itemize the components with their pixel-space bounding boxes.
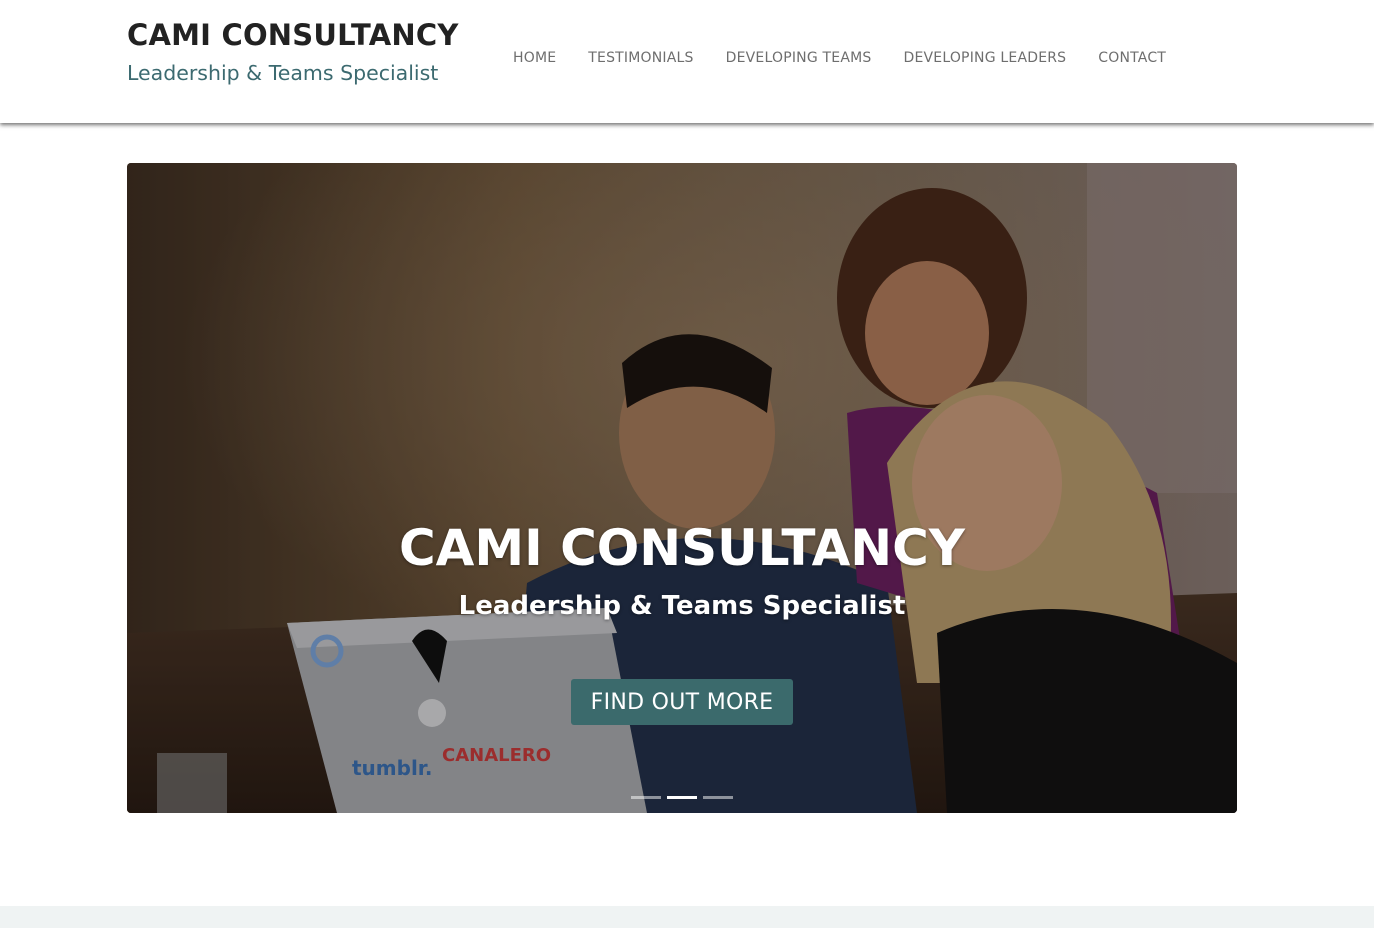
carousel-indicator-2[interactable] — [667, 796, 697, 799]
carousel-indicator-3[interactable] — [703, 796, 733, 799]
nav-testimonials[interactable]: TESTIMONIALS — [588, 50, 693, 66]
nav-home[interactable]: HOME — [513, 50, 556, 66]
nav-developing-teams[interactable]: DEVELOPING TEAMS — [726, 50, 872, 66]
hero-subtitle: Leadership & Teams Specialist — [458, 591, 906, 621]
find-out-more-button[interactable]: FIND OUT MORE — [571, 679, 793, 725]
hero-carousel: tumblr. CANALERO CAMI CONSULTANCY Leader… — [127, 163, 1237, 813]
next-section-band — [0, 906, 1374, 928]
brand[interactable]: CAMI CONSULTANCY Leadership & Teams Spec… — [127, 18, 459, 85]
site-header: CAMI CONSULTANCY Leadership & Teams Spec… — [0, 0, 1374, 123]
carousel-indicator-1[interactable] — [631, 796, 661, 799]
nav-developing-leaders[interactable]: DEVELOPING LEADERS — [903, 50, 1066, 66]
brand-title[interactable]: CAMI CONSULTANCY — [127, 18, 459, 52]
carousel-indicators — [631, 796, 733, 799]
hero-title: CAMI CONSULTANCY — [398, 519, 966, 577]
main-nav: HOME TESTIMONIALS DEVELOPING TEAMS DEVEL… — [513, 50, 1166, 66]
nav-contact[interactable]: CONTACT — [1098, 50, 1166, 66]
brand-tagline: Leadership & Teams Specialist — [127, 61, 439, 85]
